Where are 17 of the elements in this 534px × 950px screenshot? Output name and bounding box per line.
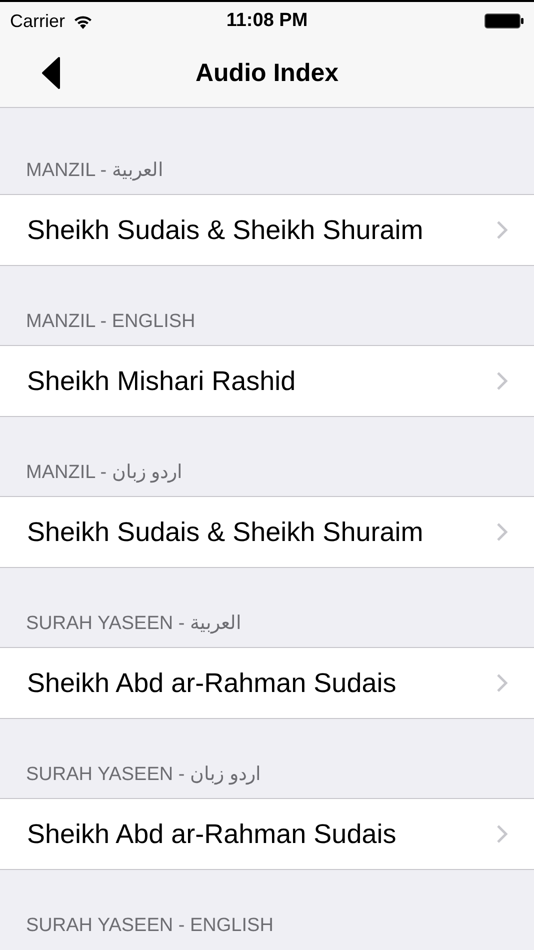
- section-header: SURAH YASEEN - ENGLISH: [26, 916, 274, 937]
- status-time: 11:08 PM: [226, 10, 308, 32]
- chevron-icon: [496, 824, 508, 844]
- chevron-icon: [496, 371, 508, 391]
- chevron-icon: [496, 522, 508, 542]
- chevron-icon: [496, 220, 508, 240]
- carrier-label: Carrier: [10, 10, 66, 32]
- section-header: SURAH YASEEN - العربية: [26, 614, 242, 635]
- wifi-icon: [73, 14, 94, 28]
- nav-title: Audio Index: [195, 59, 339, 88]
- battery-icon: [484, 13, 524, 29]
- section-header: MANZIL - ENGLISH: [26, 312, 196, 333]
- section-header: MANZIL - اردو زبان: [26, 463, 182, 484]
- section-header: MANZIL - العربية: [26, 161, 163, 182]
- section-header: SURAH YASEEN - اردو زبان: [26, 765, 260, 786]
- back-icon[interactable]: [40, 56, 62, 90]
- chevron-icon: [496, 673, 508, 693]
